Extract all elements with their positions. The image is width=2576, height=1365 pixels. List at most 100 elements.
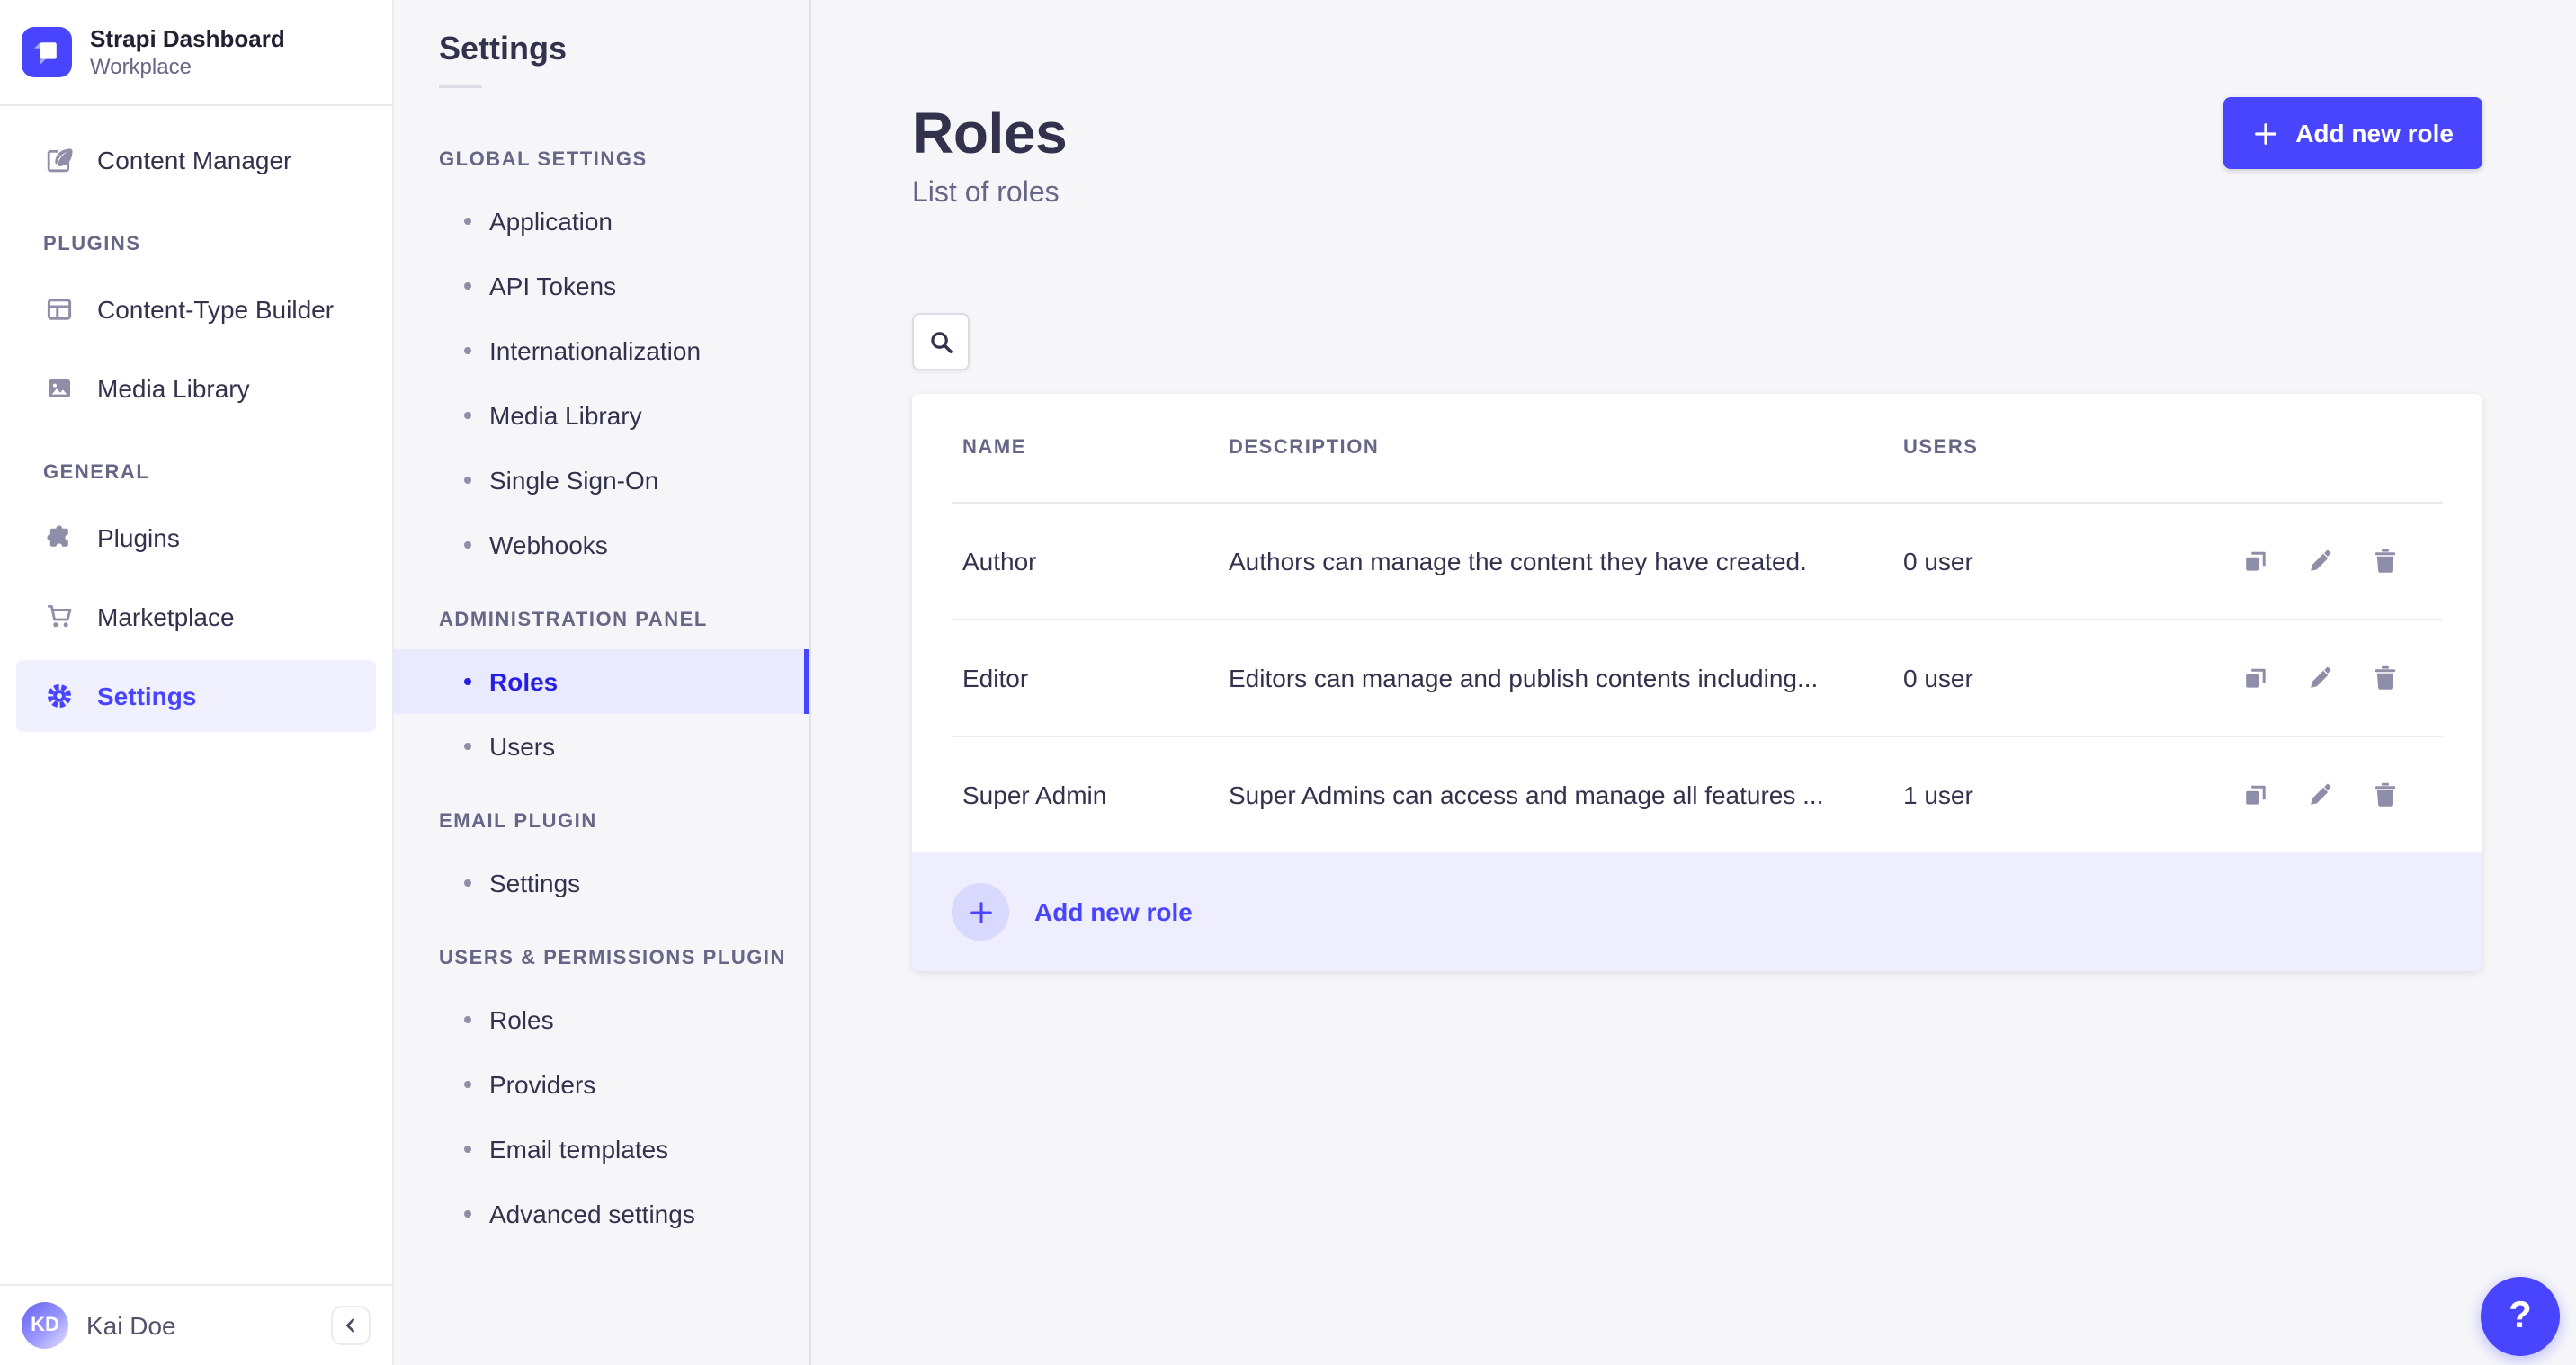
edit-role-button[interactable] (2295, 536, 2346, 586)
delete-role-button[interactable] (2360, 653, 2411, 703)
sidebar-item-plugins[interactable]: Plugins (16, 502, 376, 574)
brand-text: Strapi Dashboard Workplace (90, 25, 285, 79)
row-actions (2213, 653, 2482, 703)
workspace-brand[interactable]: Strapi Dashboard Workplace (0, 0, 392, 104)
role-name-cell: Editor (962, 664, 1029, 692)
duplicate-role-button[interactable] (2231, 653, 2281, 703)
layout-grid-icon (43, 293, 76, 326)
subnav-item-media-library[interactable]: Media Library (394, 383, 809, 448)
duplicate-icon (2246, 551, 2266, 571)
row-actions (2213, 770, 2482, 820)
subnav-item-internationalization[interactable]: Internationalization (394, 318, 809, 383)
main-sidebar: Strapi Dashboard Workplace Content Manag… (0, 0, 394, 1365)
search-icon (930, 331, 952, 352)
role-description-cell: Authors can manage the content they have… (1229, 547, 1807, 575)
sidebar-item-marketplace[interactable]: Marketplace (16, 581, 376, 653)
add-new-role-label: Add new role (2295, 119, 2454, 147)
delete-role-button[interactable] (2360, 770, 2411, 820)
subnav-section-label: ADMINISTRATION PANEL (439, 610, 708, 631)
subnav-section-users-permissions: USERS & PERMISSIONS PLUGIN Roles Provide… (394, 948, 809, 1246)
sidebar-item-content-type-builder[interactable]: Content-Type Builder (16, 273, 376, 345)
subnav-item-api-tokens[interactable]: API Tokens (394, 254, 809, 318)
role-users-cell: 0 user (1903, 664, 1973, 692)
table-row-super-admin[interactable]: Super Admin Super Admins can access and … (912, 737, 2482, 852)
gear-icon (43, 680, 76, 712)
subnav-section-global-settings: GLOBAL SETTINGS Application API Tokens I… (394, 149, 809, 577)
user-row: KD Kai Doe (0, 1286, 392, 1365)
page-header: Roles List of roles Add new role (912, 97, 2482, 212)
avatar[interactable]: KD (22, 1302, 68, 1349)
add-new-role-button[interactable]: Add new role (2223, 97, 2482, 169)
subnav-item-email-templates[interactable]: Email templates (394, 1117, 809, 1182)
add-new-role-footer[interactable]: Add new role (912, 852, 2482, 971)
page-subtitle: List of roles (912, 178, 1060, 209)
subnav-item-label: Roles (489, 667, 559, 696)
sidebar-item-label: Plugins (97, 523, 180, 552)
subnav-item-label: Email templates (489, 1135, 669, 1164)
subnav-item-application[interactable]: Application (394, 189, 809, 254)
shopping-cart-icon (43, 601, 76, 633)
workspace-title: Strapi Dashboard (90, 25, 285, 52)
bullet-icon (464, 1210, 471, 1218)
subnav-item-roles-up[interactable]: Roles (394, 987, 809, 1052)
search-button[interactable] (912, 313, 970, 370)
edit-icon (2311, 666, 2331, 688)
sidebar-item-settings[interactable]: Settings (16, 660, 376, 732)
edit-icon (2311, 783, 2331, 805)
subnav-item-label: Roles (489, 1005, 554, 1034)
role-users-cell: 1 user (1903, 781, 1973, 809)
role-name-cell: Author (962, 547, 1037, 575)
sidebar-item-content-manager[interactable]: Content Manager (16, 124, 376, 196)
role-name-cell: Super Admin (962, 781, 1107, 809)
collapse-sidebar-button[interactable] (331, 1306, 371, 1345)
subnav-item-email-settings[interactable]: Settings (394, 851, 809, 915)
subnav-section-label: GLOBAL SETTINGS (439, 149, 648, 171)
bullet-icon (464, 541, 471, 549)
duplicate-role-button[interactable] (2231, 770, 2281, 820)
sidebar-footer: KD Kai Doe (0, 1284, 392, 1365)
delete-icon (2375, 549, 2396, 573)
page-header-text: Roles List of roles (912, 97, 1068, 212)
subnav-section-label: USERS & PERMISSIONS PLUGIN (439, 948, 786, 969)
puzzle-icon (43, 522, 76, 554)
bullet-icon (464, 282, 471, 290)
bullet-icon (464, 218, 471, 225)
plus-circle-icon (952, 883, 1009, 941)
edit-role-button[interactable] (2295, 770, 2346, 820)
subnav-item-advanced-settings[interactable]: Advanced settings (394, 1182, 809, 1246)
plus-icon (2255, 122, 2277, 144)
bullet-icon (464, 477, 471, 484)
subnav-item-users[interactable]: Users (394, 714, 809, 779)
picture-icon (43, 372, 76, 405)
sidebar-item-label: Marketplace (97, 602, 235, 631)
subnav-title: Settings (439, 31, 568, 67)
sidebar-menu: Content Manager PLUGINS Content-Type Bui… (0, 124, 392, 739)
subnav-item-label: Providers (489, 1070, 596, 1099)
bullet-icon (464, 879, 471, 887)
sidebar-section-plugins: PLUGINS (43, 234, 141, 255)
bullet-icon (464, 678, 471, 685)
subnav-item-label: API Tokens (489, 272, 617, 300)
sidebar-item-media-library[interactable]: Media Library (16, 352, 376, 424)
strapi-logo-icon (22, 27, 72, 77)
bullet-icon (464, 412, 471, 419)
main-content: Roles List of roles Add new role NAME DE… (811, 0, 2576, 1365)
settings-subnav: Settings GLOBAL SETTINGS Application API… (394, 0, 811, 1365)
subnav-item-label: Media Library (489, 401, 642, 430)
delete-role-button[interactable] (2360, 536, 2411, 586)
table-row-editor[interactable]: Editor Editors can manage and publish co… (912, 620, 2482, 736)
sidebar-item-label: Media Library (97, 374, 250, 403)
duplicate-icon (2246, 785, 2266, 805)
help-button[interactable]: ? (2481, 1277, 2560, 1356)
subnav-item-webhooks[interactable]: Webhooks (394, 513, 809, 577)
duplicate-role-button[interactable] (2231, 536, 2281, 586)
table-row-author[interactable]: Author Authors can manage the content th… (912, 504, 2482, 619)
subnav-section-label: EMAIL PLUGIN (439, 811, 597, 833)
subnav-item-roles-admin[interactable]: Roles (394, 649, 809, 714)
edit-role-button[interactable] (2295, 653, 2346, 703)
strapi-app: Strapi Dashboard Workplace Content Manag… (0, 0, 2576, 1365)
subnav-item-label: Advanced settings (489, 1200, 695, 1228)
subnav-section-email-plugin: EMAIL PLUGIN Settings (394, 811, 809, 915)
subnav-item-single-sign-on[interactable]: Single Sign-On (394, 448, 809, 513)
subnav-item-providers[interactable]: Providers (394, 1052, 809, 1117)
